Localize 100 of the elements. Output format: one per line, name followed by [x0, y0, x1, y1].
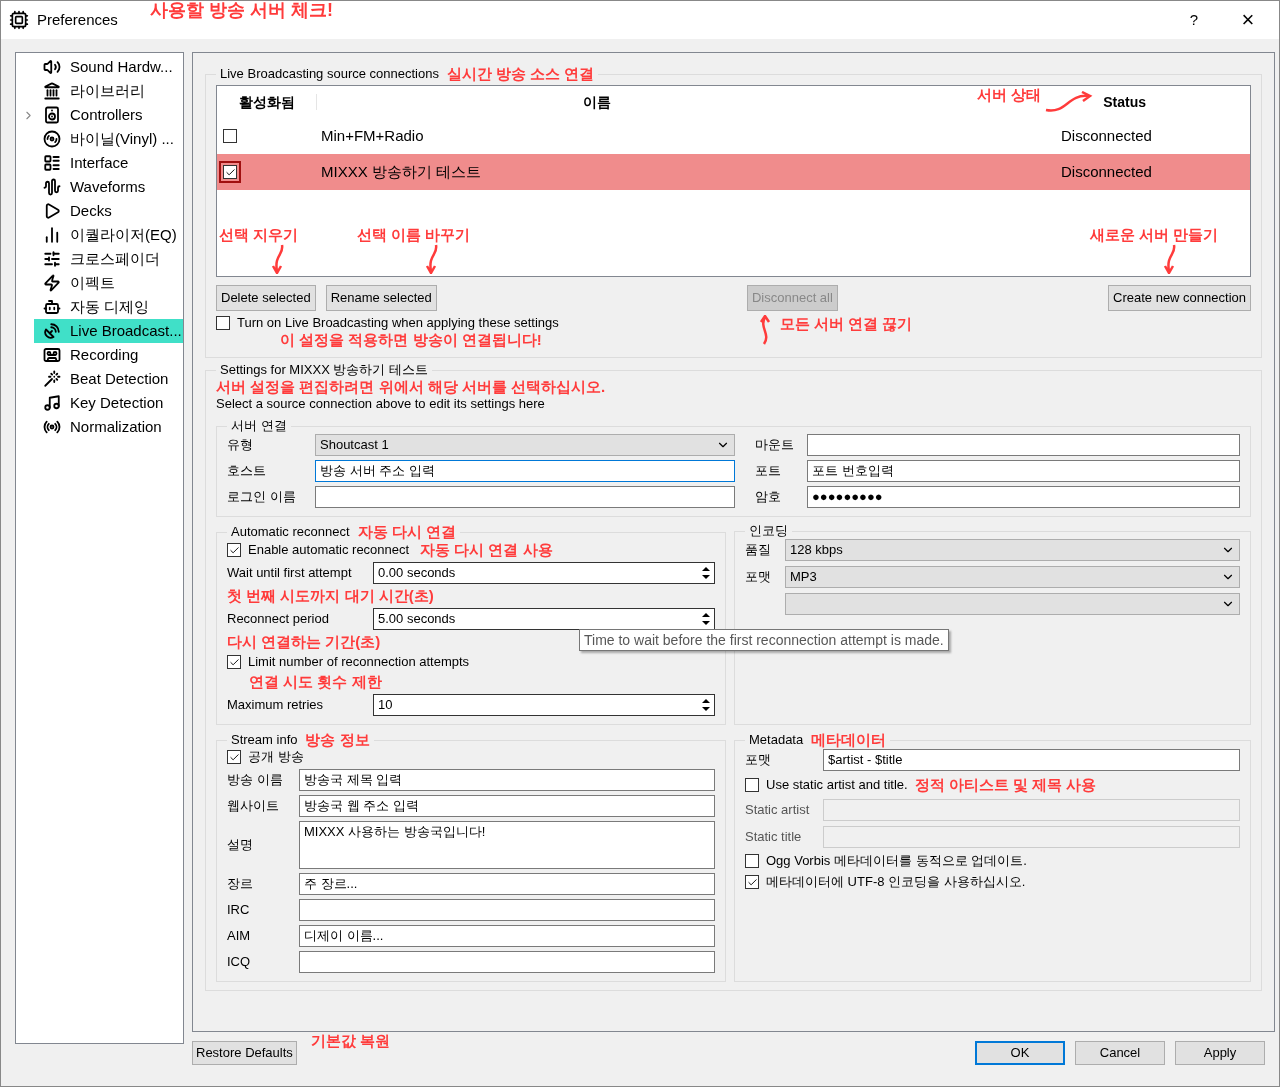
field-label: 암호 — [755, 489, 781, 504]
checkbox[interactable] — [745, 875, 759, 889]
table-cell-text: MIXXX 방송하기 테스트 — [320, 164, 482, 180]
sidebar-item[interactable]: Normalization — [16, 415, 183, 439]
field-label: IRC — [227, 902, 250, 917]
dropdown[interactable]: 128 kbps — [785, 539, 1240, 561]
dialog-button[interactable]: Apply — [1175, 1041, 1265, 1065]
checkbox[interactable] — [227, 655, 241, 669]
action-button[interactable]: Rename selected — [325, 285, 437, 311]
dropdown[interactable]: MP3 — [785, 566, 1240, 588]
spin-arrows-icon — [702, 698, 710, 712]
checkbox[interactable] — [223, 165, 237, 179]
dialog-button[interactable]: OK — [975, 1041, 1065, 1065]
close-button[interactable]: × — [1225, 5, 1271, 35]
spin-arrows-icon — [702, 612, 710, 626]
field-label: 설명 — [227, 837, 253, 852]
group-title: Live Broadcasting source connections — [220, 66, 439, 82]
sidebar-item[interactable]: 자동 디제잉 — [16, 295, 183, 319]
speaker-icon — [43, 58, 61, 76]
spin-field[interactable]: 10 — [373, 694, 715, 716]
annotation-note: 자동 다시 연결 — [357, 523, 456, 541]
table-cell-text: Min+FM+Radio — [320, 128, 425, 144]
check-icon — [228, 751, 240, 763]
table-cell-text: Disconnected — [1060, 128, 1153, 144]
field-label: Static artist — [745, 802, 810, 817]
text-field[interactable]: 주 장르... — [299, 873, 715, 895]
spin-arrows-icon — [702, 566, 710, 580]
column-header: 이름 — [582, 94, 612, 110]
sidebar-item[interactable]: 이펙트 — [16, 271, 183, 295]
sidebar-item[interactable]: Decks — [16, 199, 183, 223]
speaker-box-icon — [43, 106, 61, 124]
checkbox-label: Use static artist and title. — [766, 777, 908, 793]
annotation-note: 서버 상태 — [977, 86, 1042, 104]
cassette-icon — [43, 346, 61, 364]
column-header: 활성화됨 — [217, 94, 317, 110]
text-area[interactable]: MIXXX 사용하는 방송국입니다! — [299, 821, 715, 869]
text-field[interactable]: 포트 번호입력 — [807, 460, 1240, 482]
spin-field[interactable]: 5.00 seconds — [373, 608, 715, 630]
sidebar-item[interactable]: Beat Detection — [16, 367, 183, 391]
field-label: 웹사이트 — [227, 798, 279, 813]
text-field[interactable]: 방송국 제목 입력 — [299, 769, 715, 791]
checkbox[interactable] — [227, 543, 241, 557]
sidebar-item[interactable]: 크로스페이더 — [16, 247, 183, 271]
group-title: 인코딩 — [749, 523, 788, 539]
text-field[interactable]: ●●●●●●●●● — [807, 486, 1240, 508]
sidebar-item[interactable]: Recording — [16, 343, 183, 367]
sidebar-item[interactable]: 라이브러리 — [16, 79, 183, 103]
field-label: ICQ — [227, 954, 251, 969]
satellite-dish-icon — [43, 322, 61, 340]
music-note-icon — [43, 394, 61, 412]
checkbox-label: Limit number of reconnection attempts — [248, 654, 470, 670]
group-title: Settings for MIXXX 방송하기 테스트 — [220, 362, 429, 378]
text-field[interactable] — [807, 434, 1240, 456]
checkbox[interactable] — [227, 750, 241, 764]
sidebar-item[interactable]: Key Detection — [16, 391, 183, 415]
sidebar-item[interactable]: Interface — [16, 151, 183, 175]
checkbox[interactable] — [745, 778, 759, 792]
field-label: Maximum retries — [227, 697, 324, 712]
check-icon — [224, 166, 236, 178]
annotation-note: 선택 이름 바꾸기 — [357, 226, 471, 244]
check-icon — [746, 876, 758, 888]
spin-field[interactable]: 0.00 seconds — [373, 562, 715, 584]
checkbox[interactable] — [223, 129, 237, 143]
sidebar-item[interactable]: Waveforms — [16, 175, 183, 199]
library-icon — [43, 82, 61, 100]
hint-text: Select a source connection above to edit its settings here — [216, 396, 546, 412]
slider-icon — [43, 250, 61, 268]
field-label: Wait until first attempt — [227, 565, 352, 580]
annotation-note: 서버 설정을 편집하려면 위에서 해당 서버를 선택하십시오. — [216, 378, 606, 396]
annotation-note: 기본값 복원 — [310, 1032, 390, 1050]
help-button[interactable]: ? — [1171, 5, 1217, 35]
table-row[interactable]: MIXXX 방송하기 테스트 Disconnected — [217, 154, 1250, 190]
dropdown[interactable]: Shoutcast 1 — [315, 434, 735, 456]
text-field[interactable] — [315, 486, 735, 508]
annotation-note: 자동 다시 연결 사용 — [420, 541, 553, 559]
dialog-button[interactable]: Cancel — [1075, 1041, 1165, 1065]
annotation-note: 이 설정을 적용하면 방송이 연결됩니다! — [280, 331, 542, 349]
sidebar-item[interactable]: Sound Hardw... — [16, 55, 183, 79]
checkbox[interactable] — [745, 854, 759, 868]
text-field[interactable] — [299, 899, 715, 921]
text-field[interactable]: 디제이 이름... — [299, 925, 715, 947]
checkbox[interactable] — [216, 316, 230, 330]
group-title: 서버 연결 — [231, 418, 287, 434]
sidebar-item[interactable]: 바이닐(Vinyl) ... — [16, 127, 183, 151]
text-field[interactable]: 방송국 웹 주소 입력 — [299, 795, 715, 817]
annotation-arrow — [757, 315, 772, 345]
sidebar-item[interactable]: Controllers — [16, 103, 183, 127]
field-label: Reconnect period — [227, 611, 329, 626]
action-button[interactable]: Create new connection — [1108, 285, 1251, 311]
field-label: 로그인 이름 — [227, 489, 296, 504]
text-field[interactable]: 방송 서버 주소 입력 — [315, 460, 735, 482]
text-field[interactable] — [299, 951, 715, 973]
check-icon — [228, 656, 240, 668]
table-row[interactable]: Min+FM+Radio Disconnected — [217, 118, 1250, 154]
table-cell-text: Disconnected — [1060, 164, 1153, 180]
checkbox-label: Turn on Live Broadcasting when applying these settings — [237, 315, 559, 331]
text-field[interactable]: $artist - $title — [823, 749, 1240, 771]
action-button[interactable]: Delete selected — [216, 285, 316, 311]
restore-defaults-button[interactable]: Restore Defaults — [192, 1041, 297, 1065]
sidebar-item[interactable]: 이퀄라이저(EQ) — [16, 223, 183, 247]
